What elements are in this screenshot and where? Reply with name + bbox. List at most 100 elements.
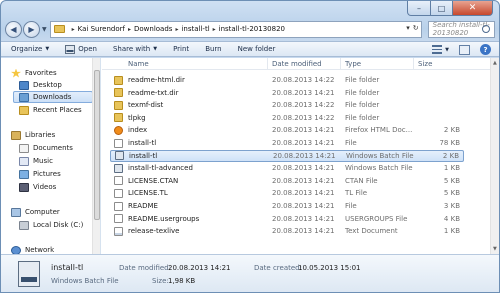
file-type: File folder	[345, 76, 380, 84]
breadcrumb-install-tl[interactable]: install-tl	[181, 25, 209, 33]
sidebar-item-recent-places[interactable]: Recent Places	[19, 104, 82, 116]
folder-icon	[114, 113, 123, 123]
breadcrumb-separator[interactable]: ▸	[213, 26, 216, 33]
new-folder-button[interactable]: New folder	[238, 45, 276, 53]
sidebar-item-label: Music	[33, 157, 53, 165]
organize-label: Organize	[11, 45, 43, 53]
search-icon	[482, 24, 490, 33]
table-row[interactable]: README 20.08.2013 14:21 File 3 KB	[110, 200, 464, 212]
address-bar[interactable]: ▸ Kai Surendorf ▸ Downloads ▸ install-tl…	[49, 20, 422, 38]
sidebar-item-computer[interactable]: Computer	[11, 206, 60, 218]
table-row[interactable]: tlpkg 20.08.2013 14:22 File folder	[110, 112, 464, 124]
breadcrumb-separator[interactable]: ▸	[175, 26, 178, 33]
minimize-button[interactable]: –	[407, 1, 431, 16]
table-row[interactable]: install-tl 20.08.2013 14:21 File 78 KB	[110, 137, 464, 149]
table-row[interactable]: install-tl 20.08.2013 14:21 Windows Batch …	[110, 149, 464, 162]
file-type: Windows Batch File	[346, 151, 414, 160]
print-button[interactable]: Print	[173, 45, 189, 53]
sidebar-item-label: Downloads	[33, 93, 72, 101]
details-date-created-label: Date created:	[254, 264, 302, 272]
table-row[interactable]: release-texlive 20.08.2013 14:21 Text Docu…	[110, 225, 464, 237]
file-size: 5 KB	[443, 176, 460, 185]
file-date-modified: 20.08.2013 14:21	[272, 164, 335, 173]
details-size-label: Size:	[152, 277, 169, 285]
file-name: texmf-dist	[128, 101, 164, 110]
file-type: Firefox HTML Doc...	[345, 126, 413, 135]
help-icon[interactable]: ?	[480, 44, 491, 55]
scroll-up-icon[interactable]: ▲	[493, 60, 497, 66]
preview-pane-icon[interactable]	[459, 44, 470, 55]
close-button[interactable]: ✕	[453, 1, 493, 16]
file-type: File folder	[345, 113, 380, 122]
table-row[interactable]: install-tl-advanced 20.08.2013 14:21 Windo…	[110, 162, 464, 174]
file-type: File folder	[345, 101, 380, 110]
column-divider[interactable]	[413, 58, 414, 70]
scroll-down-icon[interactable]: ▼	[493, 246, 497, 252]
sidebar-item-videos[interactable]: Videos	[19, 181, 56, 193]
back-button[interactable]: ◀	[5, 20, 22, 38]
sidebar-item-local-disk[interactable]: Local Disk (C:)	[19, 219, 83, 231]
sidebar-item-label: Libraries	[25, 131, 56, 139]
column-divider[interactable]	[267, 58, 268, 70]
table-row[interactable]: LICENSE.TL 20.08.2013 14:21 TL File 5 KB	[110, 187, 464, 199]
change-view-icon[interactable]	[432, 45, 443, 54]
hard-disk-icon	[19, 220, 29, 230]
table-row[interactable]: index 20.08.2013 14:21 Firefox HTML Doc...…	[110, 124, 464, 136]
file-icon	[114, 188, 123, 198]
share-with-label: Share with	[112, 45, 151, 53]
organize-button[interactable]: Organize ▼	[11, 45, 49, 53]
burn-button[interactable]: Burn	[205, 45, 221, 53]
column-header-size[interactable]: Size	[418, 60, 432, 68]
file-list-scrollbar[interactable]: ▲ ▼	[490, 58, 499, 254]
forward-button[interactable]: ▶	[23, 20, 40, 38]
table-row[interactable]: readme-html.dir 20.08.2013 14:22 File fold…	[110, 74, 464, 86]
file-name: release-texlive	[128, 227, 180, 236]
file-name: install-tl	[128, 139, 157, 147]
file-name: README.usergroups	[128, 214, 200, 223]
chevron-down-icon[interactable]: ▼	[445, 47, 449, 53]
sidebar-item-documents[interactable]: Documents	[19, 142, 73, 154]
recent-pages-dropdown[interactable]: ▼	[42, 26, 47, 33]
file-size: 78 KB	[439, 139, 460, 147]
table-row[interactable]: readme-txt.dir 20.08.2013 14:21 File folde…	[110, 87, 464, 99]
address-dropdown-icon[interactable]: ▾	[406, 24, 410, 32]
sidebar-item-libraries[interactable]: Libraries	[11, 129, 55, 141]
breadcrumb-downloads[interactable]: Downloads	[134, 25, 172, 33]
breadcrumb-separator[interactable]: ▸	[128, 26, 131, 33]
details-file-type: Windows Batch File	[51, 277, 119, 285]
file-date-modified: 20.08.2013 14:22	[272, 76, 335, 84]
breadcrumb-separator[interactable]: ▸	[72, 26, 75, 33]
table-row[interactable]: LICENSE.CTAN 20.08.2013 14:21 CTAN File 5 K…	[110, 175, 464, 187]
navigation-pane: Favorites Desktop Downloads Recent Place…	[1, 58, 101, 255]
column-header-type[interactable]: Type	[345, 60, 361, 68]
sidebar-item-favorites[interactable]: Favorites	[11, 67, 57, 79]
share-with-button[interactable]: Share with ▼	[113, 45, 157, 53]
file-date-modified: 20.08.2013 14:22	[272, 113, 335, 122]
details-file-name: install-tl	[51, 263, 84, 272]
breadcrumb-install-tl-20130820[interactable]: install-tl-20130820	[219, 25, 285, 33]
column-divider[interactable]	[340, 58, 341, 70]
file-list: Name Date modified Type Size readme-html…	[102, 58, 499, 254]
navigation-pane-scrollbar[interactable]	[92, 58, 100, 254]
file-date-modified: 20.08.2013 14:21	[272, 176, 335, 185]
open-button[interactable]: Open	[65, 44, 97, 54]
breadcrumb-kai-surendorf[interactable]: Kai Surendorf	[78, 25, 125, 33]
table-row[interactable]: texmf-dist 20.08.2013 14:22 File folder	[110, 99, 464, 111]
sidebar-item-pictures[interactable]: Pictures	[19, 168, 61, 180]
folder-icon	[114, 75, 123, 85]
maximize-button[interactable]: □	[431, 1, 453, 16]
scrollbar-thumb[interactable]	[94, 70, 100, 220]
sidebar-item-desktop[interactable]: Desktop	[19, 79, 62, 91]
sidebar-item-downloads[interactable]: Downloads	[13, 91, 93, 103]
search-input[interactable]: Search install-tl-20130820	[427, 20, 495, 38]
music-icon	[19, 156, 29, 166]
file-date-modified: 20.08.2013 14:21	[272, 189, 335, 198]
column-header-date[interactable]: Date modified	[272, 60, 322, 68]
column-header-name[interactable]: Name	[128, 60, 149, 68]
file-icon	[114, 176, 123, 186]
file-date-modified: 20.08.2013 14:22	[272, 101, 335, 110]
file-icon	[114, 201, 123, 211]
refresh-icon[interactable]: ↻	[413, 24, 419, 32]
table-row[interactable]: README.usergroups 20.08.2013 14:21 USERGRO…	[110, 213, 464, 225]
sidebar-item-music[interactable]: Music	[19, 155, 53, 167]
